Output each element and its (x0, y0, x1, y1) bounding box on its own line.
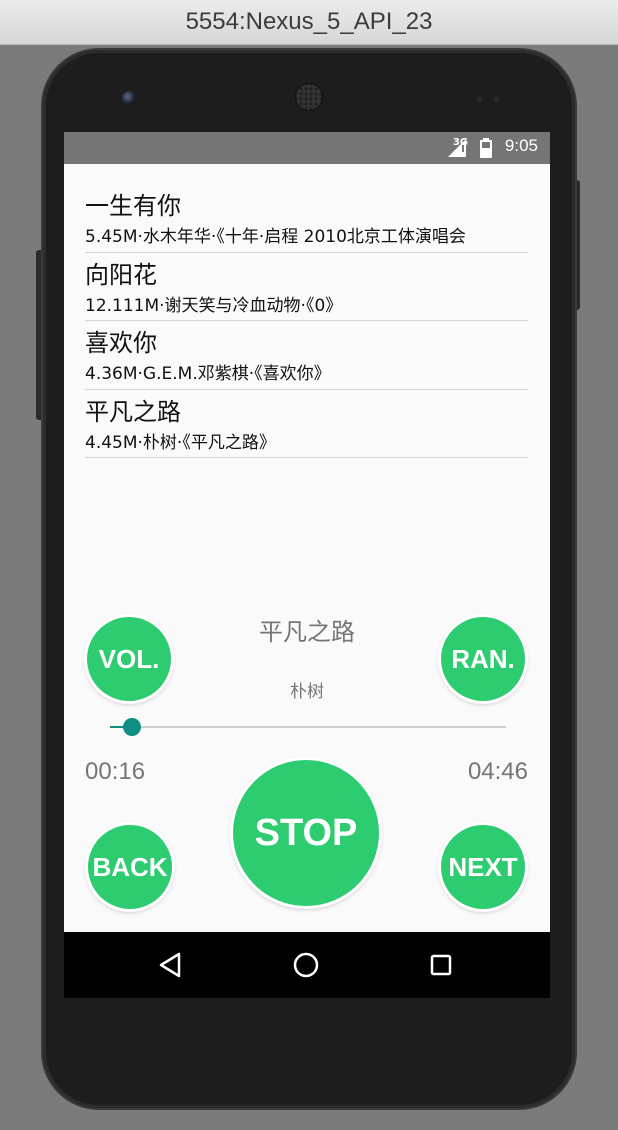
home-circle-icon[interactable] (290, 949, 322, 981)
earpiece-speaker-icon (296, 84, 322, 110)
volume-button[interactable]: VOL. (87, 617, 171, 701)
seek-bar[interactable] (110, 718, 506, 736)
list-item[interactable]: 向阳花 12.111M·谢天笑与冷血动物·《0》 (85, 253, 528, 321)
song-meta: 4.45M·朴树·《平凡之路》 (85, 432, 276, 453)
song-title: 喜欢你 (85, 329, 157, 357)
song-meta: 5.45M·水木年华·《十年·启程 2010北京工体演唱会 (85, 227, 466, 247)
song-title: 向阳花 (85, 260, 157, 289)
emulator-window-title: 5554:Nexus_5_API_23 (0, 0, 618, 45)
list-item[interactable]: 喜欢你 4.36M·G.E.M.邓紫棋·《喜欢你》 (85, 321, 528, 390)
elapsed-time: 00:16 (85, 758, 146, 785)
back-button[interactable]: BACK (88, 825, 172, 909)
front-camera-icon (122, 91, 136, 105)
song-title: 平凡之路 (85, 397, 181, 426)
song-title: 一生有你 (85, 192, 181, 220)
list-item[interactable]: 一生有你 5.45M·水木年华·《十年·启程 2010北京工体演唱会 (85, 184, 528, 253)
status-bar: 3G 9:05 (64, 132, 550, 164)
battery-icon (480, 138, 492, 158)
device-screen: 3G 9:05 一生有你 5.45M·水木年华·《十年·启程 2010北京工体演… (64, 132, 550, 998)
proximity-sensor-icon (476, 96, 482, 102)
status-time: 9:05 (504, 136, 538, 155)
light-sensor-icon (494, 96, 500, 102)
song-list: 一生有你 5.45M·水木年华·《十年·启程 2010北京工体演唱会 向阳花 1… (85, 184, 528, 458)
random-button[interactable]: RAN. (441, 617, 525, 701)
list-item[interactable]: 平凡之路 4.45M·朴树·《平凡之路》 (85, 390, 528, 458)
total-time: 04:46 (467, 758, 528, 785)
seek-thumb[interactable] (123, 718, 142, 736)
next-button[interactable]: NEXT (441, 825, 525, 909)
song-meta: 12.111M·谢天笑与冷血动物·《0》 (85, 295, 343, 316)
stop-button[interactable]: STOP (233, 760, 379, 906)
back-triangle-icon[interactable] (155, 949, 187, 981)
recents-square-icon[interactable] (425, 949, 457, 981)
navigation-bar (64, 932, 550, 998)
song-meta: 4.36M·G.E.M.邓紫棋·《喜欢你》 (85, 364, 331, 384)
signal-icon (448, 139, 466, 157)
